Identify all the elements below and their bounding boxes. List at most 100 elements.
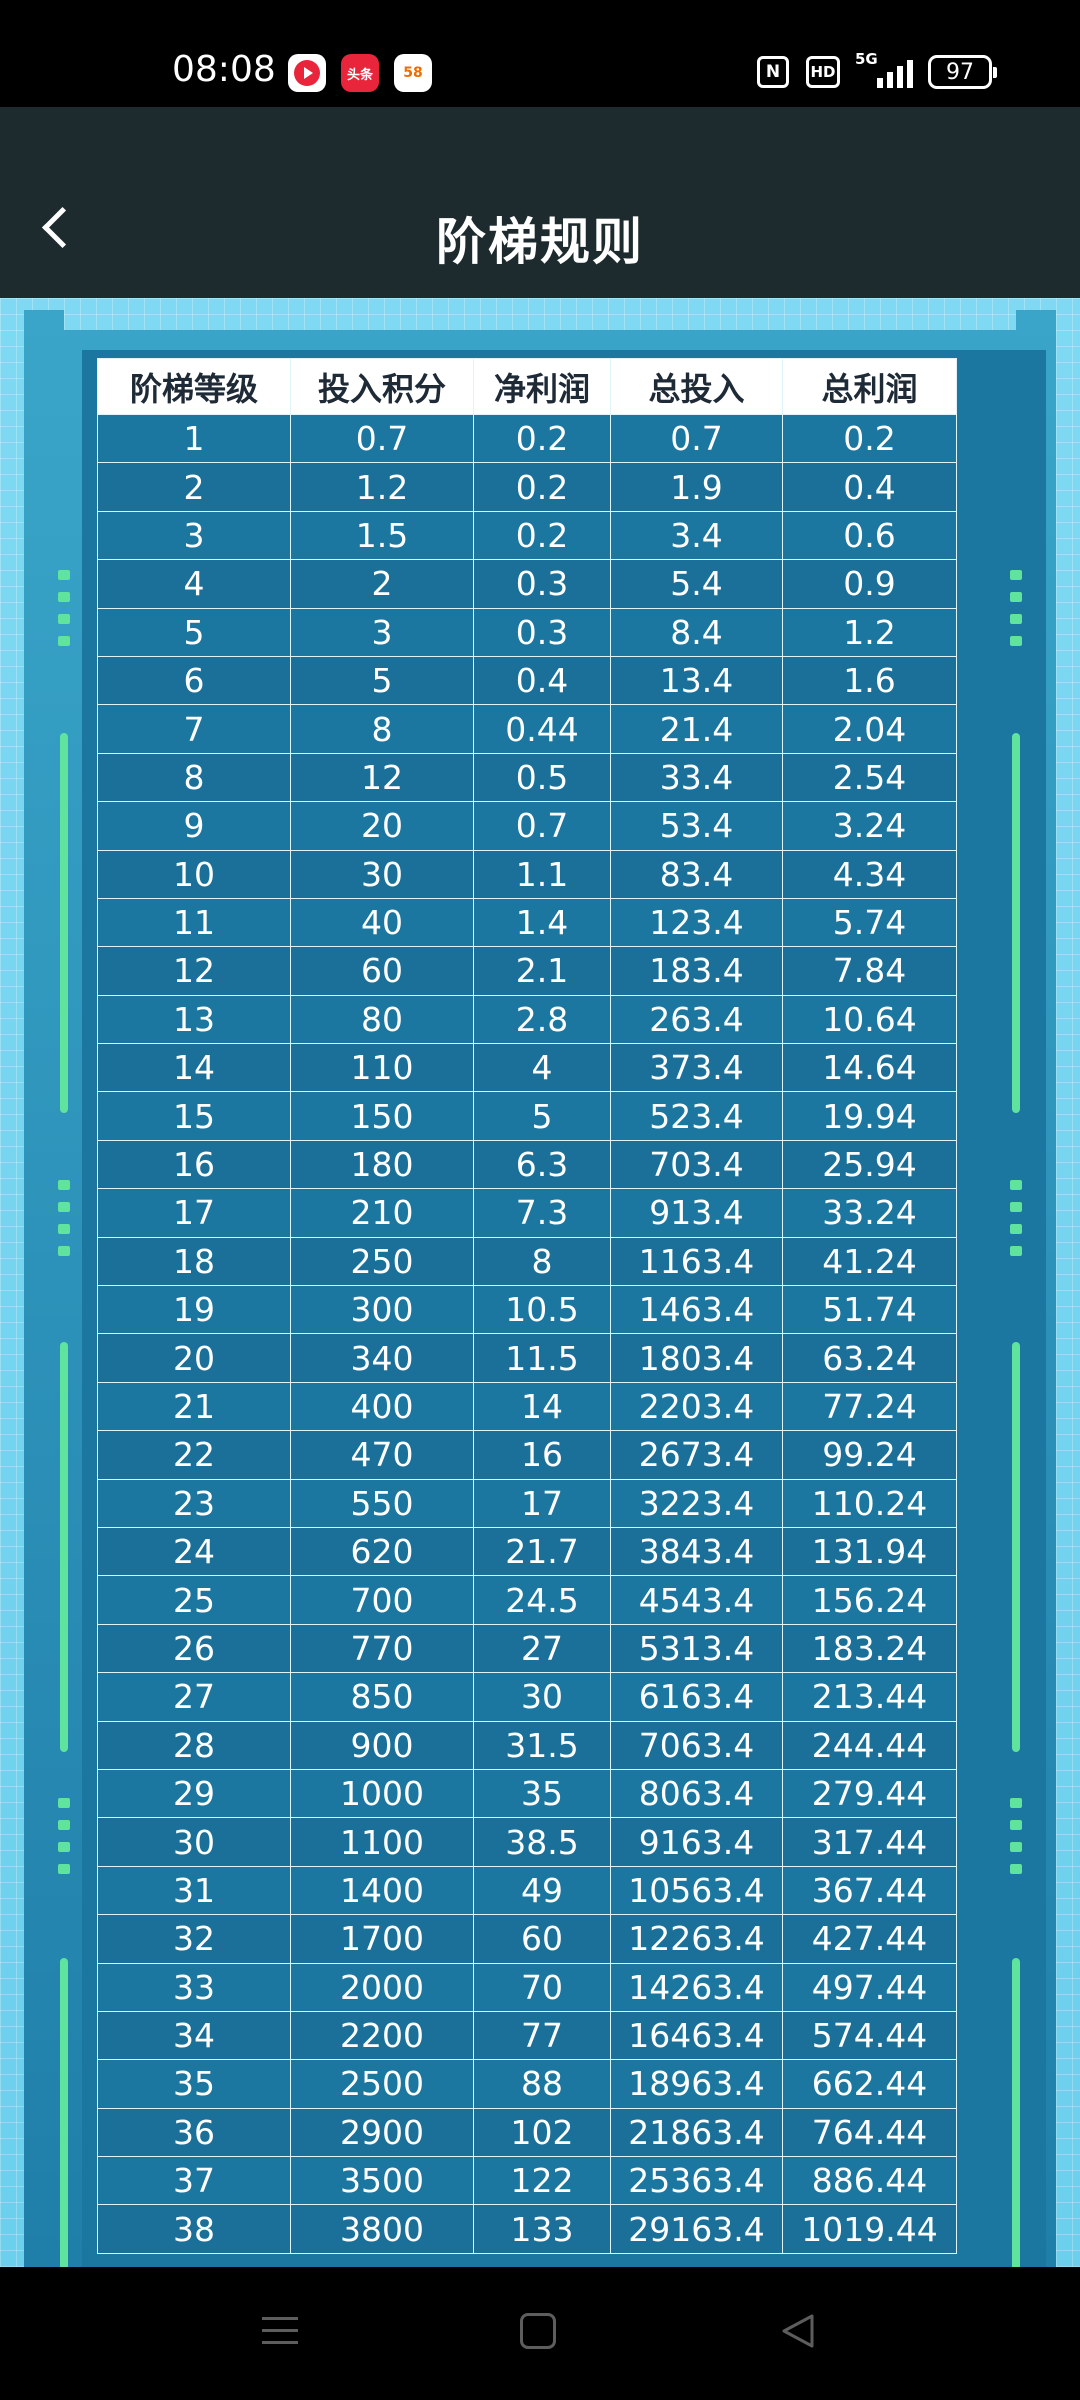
cell-level: 19 [97,1285,291,1335]
right-deco-dots [1010,570,1022,646]
cell-total-profit: 63.24 [782,1333,957,1383]
cell-net-profit: 77 [473,2010,611,2061]
cell-net-profit: 133 [473,2204,611,2254]
status-bar: 08:08 头条 58 N HD 5G 97 [0,0,1080,107]
cell-total-profit: 19.94 [782,1091,957,1141]
cell-total-profit: 77.24 [782,1381,957,1432]
cell-total-profit: 156.24 [782,1575,957,1625]
cell-level: 26 [97,1623,291,1674]
cell-total-input: 21863.4 [610,2107,783,2158]
cell-total-profit: 213.44 [782,1672,957,1722]
cell-net-profit: 30 [473,1672,611,1722]
cell-input-points: 1100 [290,1817,474,1867]
cell-total-profit: 131.94 [782,1526,957,1577]
cell-net-profit: 38.5 [473,1817,611,1867]
cell-total-input: 913.4 [610,1188,783,1238]
cell-input-points: 110 [290,1043,474,1093]
toutiao-app-icon: 头条 [341,54,379,92]
cell-total-input: 3843.4 [610,1526,783,1577]
cell-total-profit: 1019.44 [782,2204,957,2254]
content-area[interactable]: 阶梯等级 投入积分 净利润 总投入 总利润 1 0.7 0.2 0.7 0.2 2 1.2 0… [0,298,1080,2267]
table-row: 1 0.7 0.2 0.7 0.2 [97,413,957,464]
table-row: 3 1.5 0.2 3.4 0.6 [97,510,957,561]
cell-total-profit: 1.6 [782,655,957,706]
cell-input-points: 250 [290,1236,474,1287]
table-row: 17 210 7.3 913.4 33.24 [97,1188,957,1238]
table-row: 26 770 27 5313.4 183.24 [97,1623,957,1674]
cell-level: 30 [97,1817,291,1867]
cell-net-profit: 60 [473,1914,611,1964]
home-icon[interactable] [520,2313,556,2349]
cell-total-input: 183.4 [610,946,783,996]
cell-input-points: 1000 [290,1768,474,1819]
cell-input-points: 180 [290,1139,474,1190]
back-icon[interactable] [778,2311,818,2351]
table-row: 25 700 24.5 4543.4 156.24 [97,1575,957,1625]
cell-level: 15 [97,1091,291,1141]
right-deco-bar-3 [1012,1958,1020,2267]
table-row: 15 150 5 523.4 19.94 [97,1091,957,1141]
cell-total-profit: 33.24 [782,1188,957,1238]
cell-level: 5 [97,607,291,657]
cell-total-profit: 0.9 [782,559,957,609]
cell-total-input: 10563.4 [610,1865,783,1916]
cell-level: 29 [97,1768,291,1819]
table-row: 6 5 0.4 13.4 1.6 [97,655,957,706]
cell-net-profit: 0.2 [473,510,611,561]
cell-total-input: 263.4 [610,994,783,1045]
cell-total-profit: 886.44 [782,2156,957,2206]
cell-level: 2 [97,462,291,512]
cell-total-input: 8.4 [610,607,783,657]
cell-level: 27 [97,1672,291,1722]
table-row: 16 180 6.3 703.4 25.94 [97,1139,957,1190]
cell-net-profit: 0.4 [473,655,611,706]
cell-total-input: 12263.4 [610,1914,783,1964]
cell-total-profit: 0.6 [782,510,957,561]
menu-icon[interactable] [260,2311,300,2351]
table-row: 5 3 0.3 8.4 1.2 [97,607,957,657]
cell-total-input: 3.4 [610,510,783,561]
cell-input-points: 2500 [290,2059,474,2109]
app-header: 阶梯规则 [0,107,1080,298]
cell-input-points: 2 [290,559,474,609]
cell-total-input: 83.4 [610,849,783,899]
cell-input-points: 60 [290,946,474,996]
cell-input-points: 1.2 [290,462,474,512]
cell-input-points: 470 [290,1430,474,1480]
cell-input-points: 8 [290,704,474,754]
cell-total-input: 373.4 [610,1043,783,1093]
cell-input-points: 2000 [290,1962,474,2012]
cell-input-points: 900 [290,1720,474,1770]
table-row: 31 1400 49 10563.4 367.44 [97,1865,957,1916]
cell-total-input: 14263.4 [610,1962,783,2012]
cell-input-points: 550 [290,1478,474,1528]
cell-total-input: 8063.4 [610,1768,783,1819]
cell-level: 36 [97,2107,291,2158]
cell-level: 22 [97,1430,291,1480]
cell-net-profit: 102 [473,2107,611,2158]
table-row: 29 1000 35 8063.4 279.44 [97,1768,957,1819]
cell-input-points: 620 [290,1526,474,1577]
cell-net-profit: 27 [473,1623,611,1674]
cell-total-input: 1463.4 [610,1285,783,1335]
cell-level: 35 [97,2059,291,2109]
cell-input-points: 12 [290,752,474,803]
cell-total-profit: 244.44 [782,1720,957,1770]
cell-net-profit: 10.5 [473,1285,611,1335]
cell-input-points: 150 [290,1091,474,1141]
cell-total-profit: 367.44 [782,1865,957,1916]
cell-net-profit: 122 [473,2156,611,2206]
cell-level: 13 [97,994,291,1045]
cell-net-profit: 1.1 [473,849,611,899]
cell-total-input: 6163.4 [610,1672,783,1722]
cell-total-profit: 2.54 [782,752,957,803]
cell-level: 7 [97,704,291,754]
cell-total-profit: 574.44 [782,2010,957,2061]
cell-level: 34 [97,2010,291,2061]
cell-input-points: 3500 [290,2156,474,2206]
table-row: 19 300 10.5 1463.4 51.74 [97,1285,957,1335]
right-deco-bar [1012,733,1020,1113]
cell-total-input: 5.4 [610,559,783,609]
cell-total-input: 18963.4 [610,2059,783,2109]
cell-level: 24 [97,1526,291,1577]
